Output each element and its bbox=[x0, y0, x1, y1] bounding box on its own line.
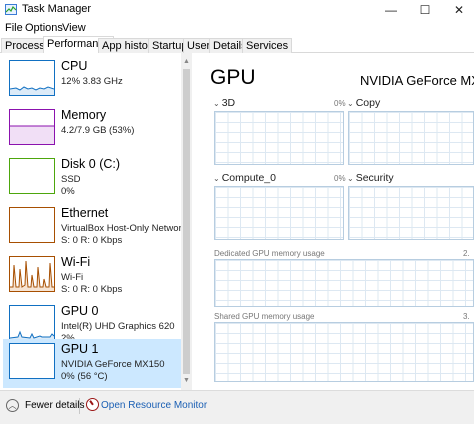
chevron-down-icon: ⌄ bbox=[347, 99, 354, 108]
window-title: Task Manager bbox=[22, 3, 92, 15]
sidebar-item-value: 0% bbox=[61, 186, 75, 197]
sidebar-item-value: S: 0 R: 0 Kbps bbox=[61, 235, 123, 246]
sidebar-item-name: Wi-Fi bbox=[61, 255, 91, 269]
scrollbar-thumb[interactable] bbox=[183, 69, 190, 374]
engine-label: Copy bbox=[355, 97, 381, 109]
sidebar-item-detail: Wi-Fi bbox=[61, 272, 84, 283]
sidebar-item-name: Ethernet bbox=[61, 206, 109, 220]
sidebar-item-name: GPU 1 bbox=[61, 342, 99, 356]
menu-options[interactable]: Options bbox=[25, 22, 63, 34]
dedicated-memory-graph bbox=[214, 259, 474, 307]
menu-bar: File Options View bbox=[0, 20, 474, 37]
open-resource-monitor-link[interactable]: Open Resource Monitor bbox=[101, 400, 207, 411]
chevron-up-icon[interactable]: ︿ bbox=[6, 399, 19, 412]
resource-sidebar: CPU 12% 3.83 GHz Memory 4.2/7.9 GB (53%)… bbox=[0, 53, 192, 390]
page-title: GPU bbox=[210, 66, 256, 89]
sidebar-item-value: 0% (56 °C) bbox=[61, 371, 108, 382]
chevron-down-icon: ⌄ bbox=[213, 99, 220, 108]
engine-max-label: 0% bbox=[334, 174, 346, 183]
minimize-button[interactable]: — bbox=[374, 0, 408, 20]
sidebar-item-wifi[interactable]: Wi-Fi Wi-Fi S: 0 R: 0 Kbps bbox=[3, 252, 181, 301]
engine-max-label: 0% bbox=[334, 99, 346, 108]
sidebar-item-detail: Intel(R) UHD Graphics 620 bbox=[61, 321, 175, 332]
engine-graph-compute0 bbox=[214, 186, 344, 240]
sidebar-item-detail: 4.2/7.9 GB (53%) bbox=[61, 125, 135, 136]
maximize-button[interactable]: ☐ bbox=[408, 0, 442, 20]
sidebar-item-memory[interactable]: Memory 4.2/7.9 GB (53%) bbox=[3, 105, 181, 154]
sidebar-scrollbar[interactable]: ▲ ▼ bbox=[181, 53, 192, 390]
wifi-graph-icon bbox=[9, 256, 55, 292]
chevron-down-icon: ⌄ bbox=[213, 174, 220, 183]
sidebar-item-name: Disk 0 (C:) bbox=[61, 157, 121, 171]
sidebar-item-value: S: 0 R: 0 Kbps bbox=[61, 284, 123, 295]
engine-selector-compute0[interactable]: ⌄ Compute_0 bbox=[213, 172, 276, 184]
cpu-graph-icon bbox=[9, 60, 55, 96]
sidebar-item-disk[interactable]: Disk 0 (C:) SSD 0% bbox=[3, 154, 181, 203]
engine-graph-security bbox=[348, 186, 474, 240]
engine-label: 3D bbox=[221, 97, 236, 109]
shared-memory-label: Shared GPU memory usage bbox=[214, 312, 315, 321]
fewer-details-link[interactable]: Fewer details bbox=[25, 400, 84, 411]
engine-label: Compute_0 bbox=[221, 172, 276, 184]
device-name: NVIDIA GeForce MX bbox=[360, 73, 474, 88]
scroll-down-icon[interactable]: ▼ bbox=[183, 377, 190, 384]
sidebar-item-name: CPU bbox=[61, 59, 88, 73]
divider bbox=[79, 398, 80, 414]
memory-graph-icon bbox=[9, 109, 55, 145]
menu-file[interactable]: File bbox=[5, 22, 23, 34]
engine-graph-3d bbox=[214, 111, 344, 165]
shared-memory-max: 3. bbox=[463, 312, 470, 321]
title-bar: Task Manager — ☐ ✕ bbox=[0, 0, 474, 20]
engine-selector-3d[interactable]: ⌄ 3D bbox=[213, 97, 235, 109]
sidebar-item-detail: VirtualBox Host-Only Network bbox=[61, 223, 187, 234]
sidebar-item-name: GPU 0 bbox=[61, 304, 99, 318]
engine-selector-copy[interactable]: ⌄ Copy bbox=[347, 97, 380, 109]
shared-memory-graph bbox=[214, 322, 474, 382]
sidebar-item-detail: SSD bbox=[61, 174, 81, 185]
sidebar-item-ethernet[interactable]: Ethernet VirtualBox Host-Only Network S:… bbox=[3, 203, 186, 252]
sidebar-item-detail: NVIDIA GeForce MX150 bbox=[61, 359, 165, 370]
gpu0-graph-icon bbox=[9, 305, 55, 341]
chevron-down-icon: ⌄ bbox=[347, 174, 354, 183]
task-manager-icon bbox=[5, 4, 17, 15]
menu-view[interactable]: View bbox=[62, 22, 86, 34]
footer-bar: ︿ Fewer details Open Resource Monitor bbox=[0, 390, 474, 424]
ethernet-graph-icon bbox=[9, 207, 55, 243]
close-button[interactable]: ✕ bbox=[442, 0, 474, 20]
engine-graph-copy bbox=[348, 111, 474, 165]
sidebar-item-gpu1[interactable]: GPU 1 NVIDIA GeForce MX150 0% (56 °C) bbox=[3, 339, 181, 388]
sidebar-item-detail: 12% 3.83 GHz bbox=[61, 76, 123, 87]
engine-selector-security[interactable]: ⌄ Security bbox=[347, 172, 394, 184]
gpu1-graph-icon bbox=[9, 343, 55, 379]
disk-graph-icon bbox=[9, 158, 55, 194]
tab-bar: Processes Performance App history Startu… bbox=[0, 36, 474, 54]
tab-services[interactable]: Services bbox=[242, 38, 293, 53]
resource-monitor-icon[interactable] bbox=[86, 398, 99, 411]
scroll-up-icon[interactable]: ▲ bbox=[183, 58, 190, 65]
dedicated-memory-label: Dedicated GPU memory usage bbox=[214, 249, 325, 258]
sidebar-item-cpu[interactable]: CPU 12% 3.83 GHz bbox=[3, 56, 181, 105]
dedicated-memory-max: 2. bbox=[463, 249, 470, 258]
engine-label: Security bbox=[355, 172, 394, 184]
sidebar-item-name: Memory bbox=[61, 108, 107, 122]
